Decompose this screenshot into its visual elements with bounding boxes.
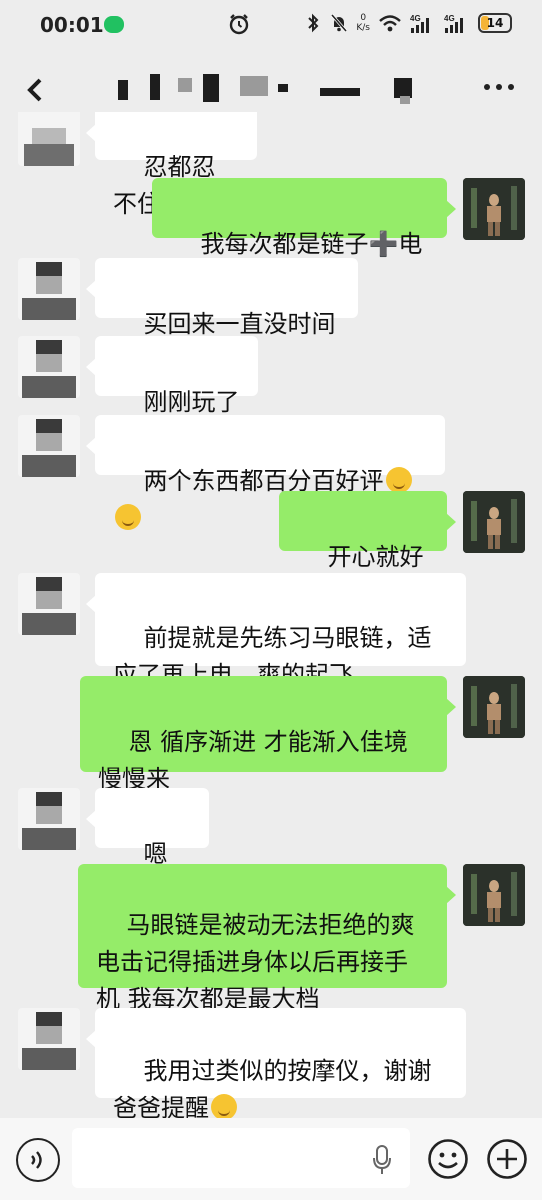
more-dot-icon	[484, 84, 490, 90]
message-bubble-sent[interactable]: 马眼链是被动无法拒绝的爽 电击记得插进身体以后再接手机 我每次都是最大档	[78, 864, 456, 1013]
message-bubble-received[interactable]: 两个东西都百分百好评	[86, 415, 445, 530]
net-speed: 0 K/s	[356, 13, 370, 33]
svg-text:4G: 4G	[444, 14, 455, 23]
net-speed-value: 0	[360, 13, 367, 23]
self-avatar[interactable]	[463, 864, 525, 926]
contact-avatar[interactable]	[18, 258, 80, 320]
net-speed-unit: K/s	[356, 23, 370, 33]
self-avatar[interactable]	[463, 491, 525, 553]
bluetooth-icon	[308, 13, 319, 33]
message-bubble-received[interactable]: 我用过类似的按摩仪，谢谢爸爸提醒	[86, 1008, 466, 1118]
status-bar: 00:01 0 K/s 4G 4G 14	[0, 0, 542, 54]
contact-avatar[interactable]	[18, 336, 80, 398]
status-time: 00:01	[40, 13, 104, 37]
message-bubble-received[interactable]: 买回来一直没时间玩	[86, 258, 358, 375]
message-text: 开心就好	[327, 543, 424, 571]
message-bubble-received[interactable]: 嗯嗯	[86, 788, 209, 905]
battery-indicator: 14	[478, 13, 512, 33]
thinking-face-emoji	[385, 467, 412, 493]
voice-input-button[interactable]	[16, 1138, 60, 1182]
message-text: 我用过类似的按摩仪，谢谢爸爸提醒	[113, 1057, 432, 1118]
voice-wave-icon	[31, 1151, 42, 1169]
mute-bell-icon	[331, 14, 348, 32]
message-bubble-received[interactable]: 忍都忍不住	[86, 112, 257, 218]
smiling-face-emoji	[211, 1094, 237, 1118]
message-bubble-sent[interactable]: 恩 循序渐进 才能渐入佳境 慢慢来	[80, 676, 456, 793]
back-icon[interactable]	[24, 76, 46, 104]
signal-4g-icon: 4G	[410, 14, 429, 33]
contact-avatar[interactable]	[18, 788, 80, 850]
contact-avatar[interactable]	[18, 415, 80, 477]
battery-percent: 14	[486, 16, 504, 30]
thinking-face-emoji	[115, 504, 141, 530]
self-avatar[interactable]	[463, 178, 525, 240]
self-avatar[interactable]	[463, 676, 525, 738]
emoji-button[interactable]	[427, 1138, 469, 1180]
more-functions-button[interactable]	[486, 1138, 528, 1180]
signal-4g-icon-2: 4G	[444, 14, 463, 33]
message-bubble-received[interactable]: 刚刚玩了下	[86, 336, 258, 453]
wifi-icon	[379, 15, 401, 32]
more-dot-icon	[496, 84, 502, 90]
contact-avatar[interactable]	[18, 1008, 80, 1070]
alarm-icon	[229, 14, 249, 35]
svg-text:4G: 4G	[410, 14, 421, 23]
message-text: 恩 循序渐进 才能渐入佳境 慢慢来	[98, 728, 416, 793]
message-bubble-sent[interactable]: 开心就好	[279, 491, 456, 606]
wechat-notification-icon	[104, 16, 124, 33]
more-options-button[interactable]	[484, 84, 514, 92]
contact-avatar[interactable]	[18, 112, 80, 166]
input-bar	[0, 1118, 542, 1200]
more-dot-icon	[508, 84, 514, 90]
contact-avatar[interactable]	[18, 573, 80, 635]
chat-area[interactable]: 忍都忍不住 我每次都是链子➕电击 买回来一直没时间玩 刚刚玩了下 两个东西都百分…	[0, 112, 542, 1118]
message-bubble-sent[interactable]: 我每次都是链子➕电击	[152, 178, 456, 295]
message-text: 马眼链是被动无法拒绝的爽 电击记得插进身体以后再接手机 我每次都是最大档	[96, 911, 423, 1013]
message-bubble-received[interactable]: 前提就是先练习马眼链，适应了再上电，爽的起飞	[86, 573, 466, 689]
message-input[interactable]	[72, 1128, 410, 1188]
microphone-icon[interactable]	[372, 1144, 392, 1176]
